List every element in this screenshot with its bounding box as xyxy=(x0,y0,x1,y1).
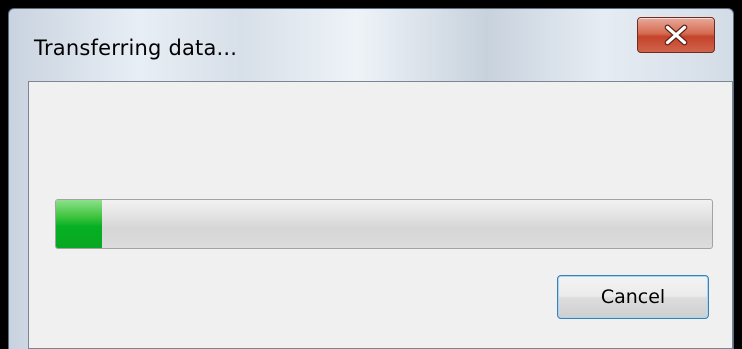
dialog-title: Transferring data... xyxy=(34,36,238,60)
close-button[interactable] xyxy=(637,17,715,53)
close-icon xyxy=(664,24,688,46)
progress-fill xyxy=(56,200,102,248)
cancel-button[interactable]: Cancel xyxy=(557,275,709,319)
progress-bar xyxy=(55,199,713,249)
transfer-dialog: Transferring data... Cancel xyxy=(8,8,734,349)
dialog-content: Cancel xyxy=(28,81,733,349)
title-bar[interactable]: Transferring data... xyxy=(9,9,733,75)
